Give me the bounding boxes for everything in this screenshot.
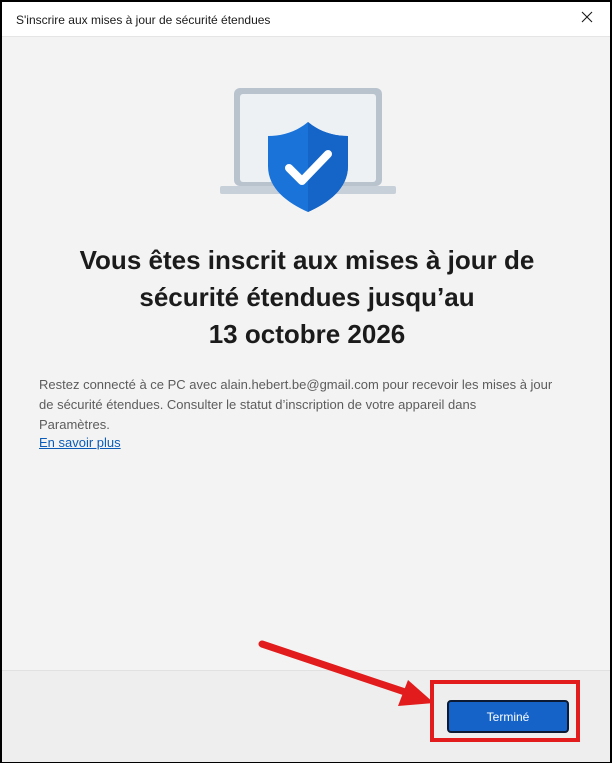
close-icon xyxy=(581,10,593,28)
body-line: Paramètres. xyxy=(39,417,110,432)
window-title: S'inscrire aux mises à jour de sécurité … xyxy=(16,13,271,27)
enrollment-dialog: S'inscrire aux mises à jour de sécurité … xyxy=(0,0,612,763)
heading-line: 13 octobre 2026 xyxy=(208,319,406,349)
done-button[interactable]: Terminé xyxy=(447,700,569,733)
body-line: de sécurité étendues. Consulter le statu… xyxy=(39,397,477,412)
body-line: Restez connecté à ce PC avec alain.heber… xyxy=(39,377,553,392)
laptop-shield-check-icon xyxy=(218,86,398,216)
title-bar: S'inscrire aux mises à jour de sécurité … xyxy=(2,2,610,37)
heading-line: Vous êtes inscrit aux mises à jour de xyxy=(79,245,535,275)
learn-more-link[interactable]: En savoir plus xyxy=(39,435,121,450)
close-button[interactable] xyxy=(564,2,610,36)
heading-line: sécurité étendues jusqu’au xyxy=(139,282,475,312)
body-description: Restez connecté à ce PC avec alain.heber… xyxy=(39,375,579,435)
confirmation-heading: Vous êtes inscrit aux mises à jour de sé… xyxy=(32,242,582,353)
